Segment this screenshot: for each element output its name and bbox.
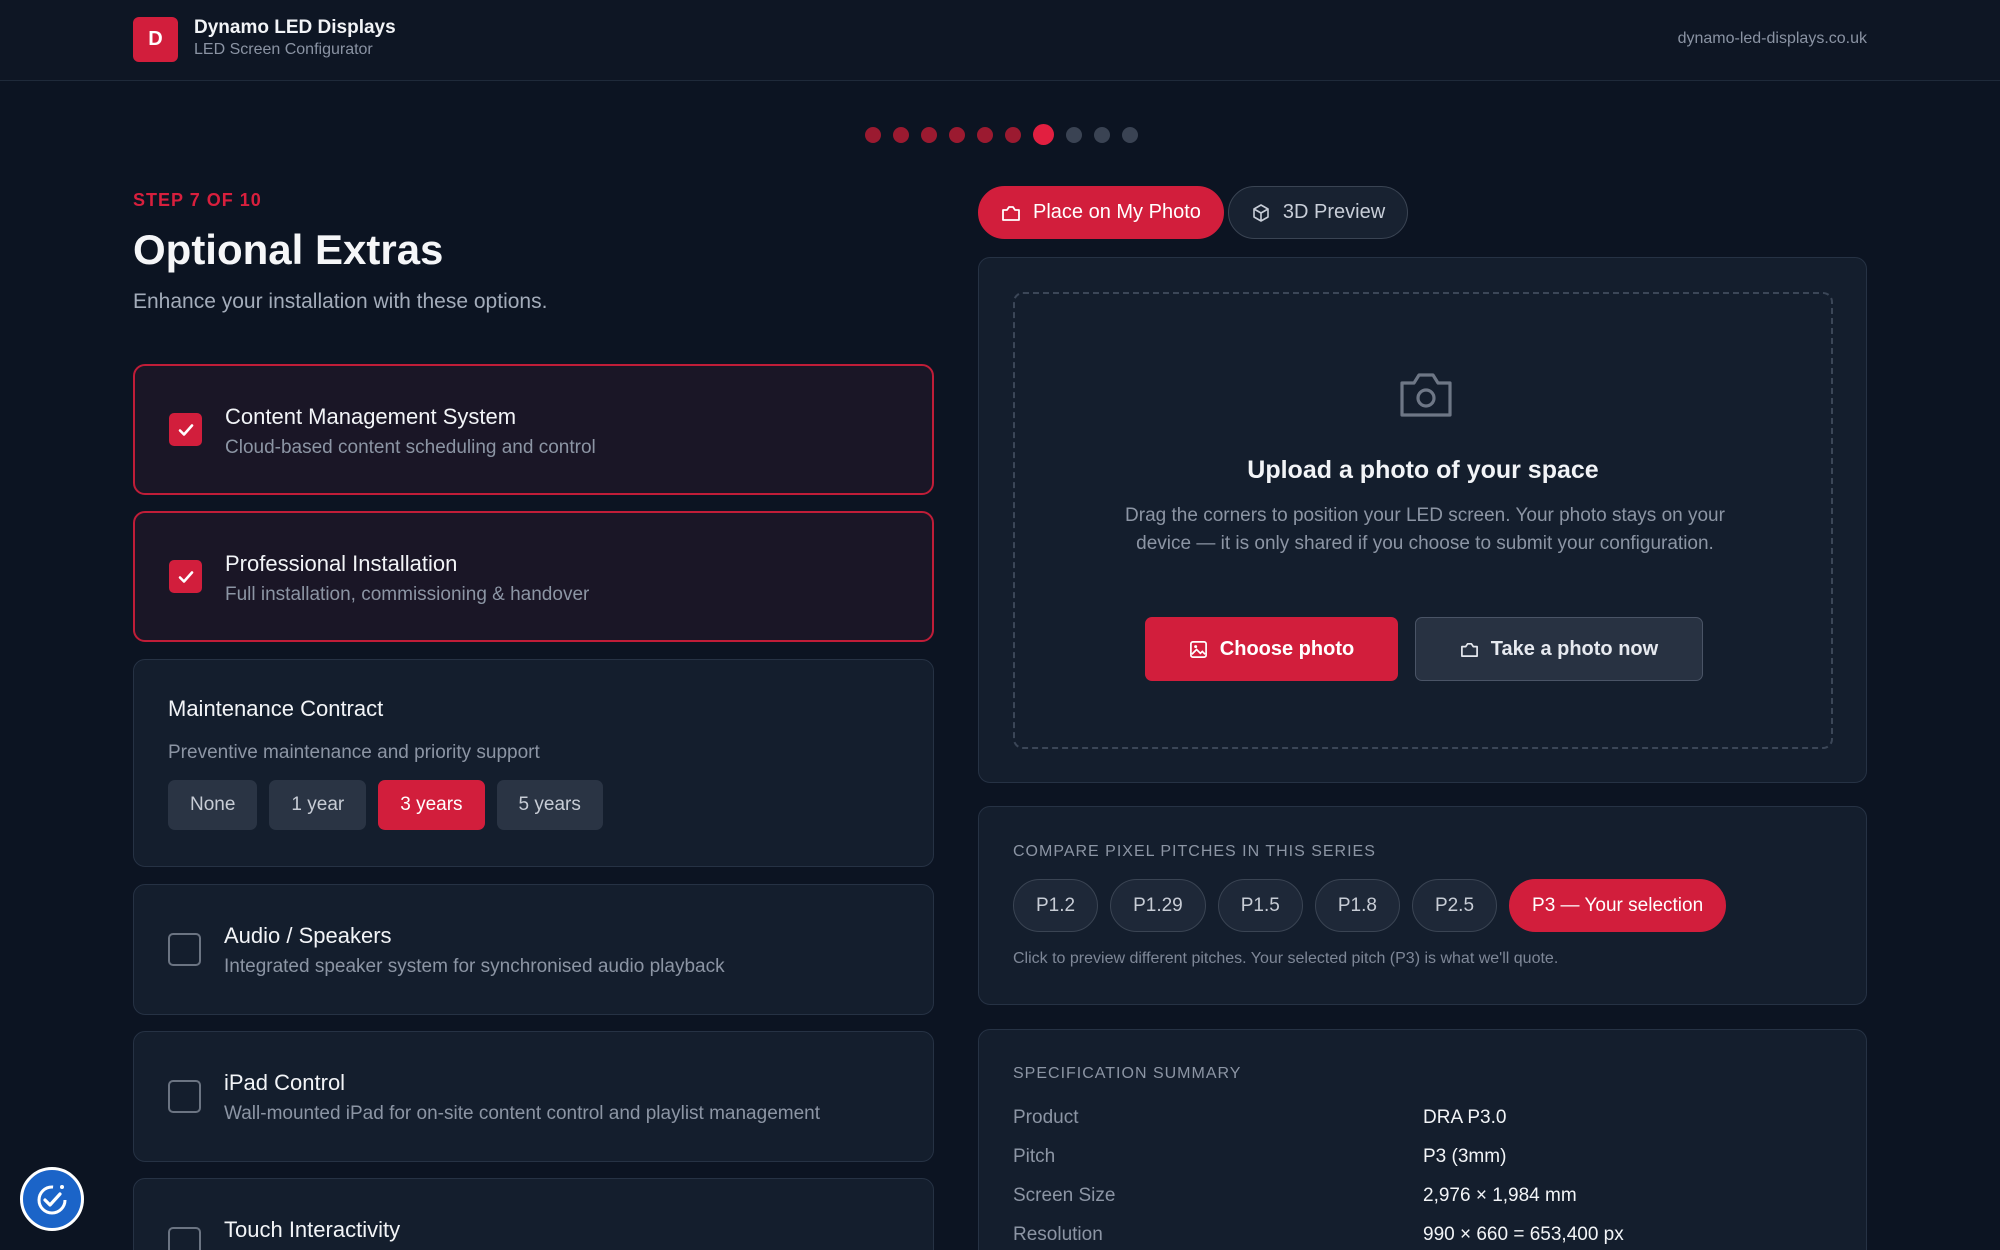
checkmark-icon [178,423,193,436]
pitch-option-p1-8[interactable]: P1.8 [1314,879,1400,932]
spec-value: DRA P3.0 [1423,1107,1507,1128]
maintenance-option-3-years[interactable]: 3 years [378,780,485,830]
maintenance-desc: Preventive maintenance and priority supp… [168,742,540,763]
camera-icon [1400,373,1452,417]
extra-desc: Integrated speaker system for synchronis… [224,956,725,977]
progress-dot-1[interactable] [865,126,881,143]
brand-subtitle: LED Screen Configurator [194,41,373,58]
spec-key: Pitch [1013,1146,1056,1167]
extra-card-ipad[interactable]: iPad Control Wall-mounted iPad for on-si… [133,1031,934,1162]
progress-dot-6[interactable] [1005,126,1021,143]
choose-photo-label: Choose photo [1219,637,1355,660]
top-bar: D Dynamo LED Displays LED Screen Configu… [0,0,2000,81]
extra-card-installation[interactable]: Professional Installation Full installat… [133,511,934,642]
step-progress-dots [865,124,1138,145]
site-domain: dynamo-led-displays.co.uk [1677,30,1867,47]
preview-tabs: Place on My Photo 3D Preview [978,186,1409,239]
pitch-options: P1.2 P1.29 P1.5 P1.8 P2.5 P3 — Your sele… [1013,879,1727,932]
brand-name: Dynamo LED Displays [194,17,396,38]
audio-checkbox[interactable] [168,933,201,966]
touch-checkbox[interactable] [168,1227,201,1250]
spec-key: Product [1013,1107,1079,1128]
extra-card-audio[interactable]: Audio / Speakers Integrated speaker syst… [133,884,934,1015]
extra-title: Professional Installation [225,551,458,576]
page-subtitle: Enhance your installation with these opt… [133,290,548,313]
spec-value: 2,976 × 1,984 mm [1423,1185,1577,1206]
spec-key: Resolution [1013,1224,1103,1245]
progress-dot-9 [1094,126,1110,143]
take-photo-label: Take a photo now [1490,637,1659,660]
extra-title: Audio / Speakers [224,923,392,948]
spec-key: Screen Size [1013,1185,1116,1206]
progress-dot-10 [1122,126,1138,143]
step-label: STEP 7 OF 10 [133,190,262,210]
brand-logo[interactable]: D [133,17,178,62]
maintenance-option-5-years[interactable]: 5 years [496,780,603,830]
extra-card-touch[interactable]: Touch Interactivity [133,1178,934,1250]
maintenance-option-1-year[interactable]: 1 year [269,780,367,830]
maintenance-option-none[interactable]: None [168,780,258,830]
progress-dot-5[interactable] [977,126,993,143]
accessibility-icon [37,1185,67,1215]
pitch-option-p1-29[interactable]: P1.29 [1110,879,1206,932]
extra-desc: Full installation, commissioning & hando… [225,584,590,605]
extra-desc: Wall-mounted iPad for on-site content co… [224,1103,820,1124]
extra-title: Content Management System [225,404,517,429]
spec-value: P3 (3mm) [1423,1146,1507,1167]
progress-dot-7-current[interactable] [1033,124,1054,145]
spec-summary-label: SPECIFICATION SUMMARY [1013,1065,1242,1082]
extra-title: iPad Control [224,1070,346,1095]
tab-3d-preview[interactable]: 3D Preview [1227,186,1409,239]
take-photo-button[interactable]: Take a photo now [1415,617,1703,681]
extra-title: Touch Interactivity [224,1217,401,1242]
maintenance-title: Maintenance Contract [168,696,384,721]
pitch-compare-panel: COMPARE PIXEL PITCHES IN THIS SERIES P1.… [978,806,1867,1005]
extra-card-cms[interactable]: Content Management System Cloud-based co… [133,364,934,495]
cms-checkbox[interactable] [169,413,202,446]
upload-description: Drag the corners to position your LED sc… [1125,505,1725,554]
choose-photo-button[interactable]: Choose photo [1145,617,1398,681]
image-icon [1189,640,1207,658]
spec-value: 990 × 660 = 653,400 px [1423,1224,1624,1245]
ipad-checkbox[interactable] [168,1080,201,1113]
accessibility-button[interactable] [20,1167,84,1231]
spec-summary-panel: SPECIFICATION SUMMARY Product DRA P3.0 P… [978,1029,1867,1250]
maintenance-card: Maintenance Contract Preventive maintena… [133,659,934,867]
upload-title: Upload a photo of your space [1247,456,1599,484]
photo-upload-panel: Upload a photo of your space Drag the co… [978,257,1867,783]
installation-checkbox[interactable] [169,560,202,593]
tab-place-on-photo[interactable]: Place on My Photo [978,186,1224,239]
checkmark-icon [178,570,193,583]
photo-dropzone[interactable]: Upload a photo of your space Drag the co… [1013,292,1833,749]
cube-icon [1253,203,1269,222]
maintenance-options: None 1 year 3 years 5 years [168,780,603,830]
camera-icon [1460,642,1478,657]
tab-label: Place on My Photo [1033,201,1201,223]
camera-icon [1002,205,1020,221]
progress-dot-2[interactable] [893,126,909,143]
pitch-option-p2-5[interactable]: P2.5 [1411,879,1498,932]
extra-desc: Cloud-based content scheduling and contr… [225,437,596,458]
pitch-option-p1-5[interactable]: P1.5 [1217,879,1303,932]
pitch-option-p1-2[interactable]: P1.2 [1013,879,1099,932]
page-title: Optional Extras [133,226,444,273]
pitch-compare-note: Click to preview different pitches. Your… [1013,950,1559,967]
pitch-compare-label: COMPARE PIXEL PITCHES IN THIS SERIES [1013,843,1376,860]
progress-dot-3[interactable] [921,126,937,143]
tab-label: 3D Preview [1282,201,1386,223]
pitch-option-p3-selected[interactable]: P3 — Your selection [1509,879,1727,932]
progress-dot-4[interactable] [949,126,965,143]
progress-dot-8 [1066,126,1082,143]
